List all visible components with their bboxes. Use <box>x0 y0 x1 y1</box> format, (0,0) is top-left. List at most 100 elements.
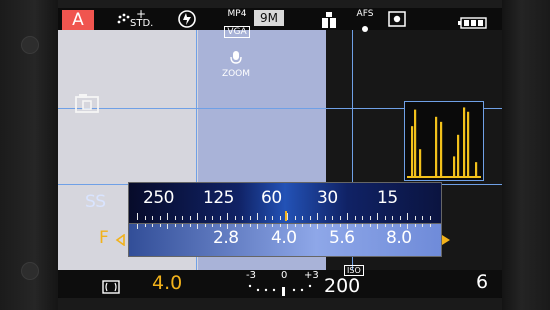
photo-style-label: STD. <box>130 18 154 29</box>
photo-style-indicator: + STD. <box>116 8 166 30</box>
screw-decoration <box>21 262 39 280</box>
metering-multi-icon <box>388 11 406 27</box>
ss-scale-tick <box>309 216 311 220</box>
f-scale-tick <box>414 224 416 227</box>
histogram-bar <box>475 162 478 178</box>
rec-format-indicator: MP4 VGA <box>220 9 254 38</box>
zoom-label: ZOOM <box>221 69 251 79</box>
f-scale-tick <box>302 224 303 227</box>
battery-icon <box>458 14 488 29</box>
ss-scale-tick <box>302 216 303 220</box>
histogram-bar <box>453 156 456 178</box>
rec-quality-label: VGA <box>224 26 250 38</box>
histogram-bar <box>457 134 460 178</box>
ss-scale-tick <box>234 216 236 220</box>
f-scale-tick <box>332 224 333 227</box>
f-scale-tick <box>354 224 356 227</box>
ss-scale-tick <box>384 216 386 220</box>
f-right-arrow-icon[interactable] <box>441 234 451 246</box>
histogram-bar <box>411 126 414 178</box>
ss-scale-tick <box>227 213 228 220</box>
histogram-bar <box>440 121 443 178</box>
ss-scale-tick <box>264 216 266 220</box>
f-scale-tick <box>294 224 296 227</box>
ss-scale-tick <box>294 216 296 220</box>
f-value-label: 4.0 <box>271 228 297 248</box>
f-scale-tick <box>384 224 386 227</box>
ss-scale-tick <box>182 216 183 220</box>
f-scale-tick <box>287 224 288 229</box>
f-scale-tick <box>309 224 311 227</box>
f-scale-tick <box>227 224 228 229</box>
f-scale-tick <box>197 224 198 229</box>
shots-remaining: 6 <box>476 271 489 293</box>
ss-scale-tick <box>137 213 138 220</box>
ss-value-label: 15 <box>377 188 398 208</box>
f-scale-tick <box>347 224 348 229</box>
camera-body-top <box>58 0 502 8</box>
ss-scale-tick <box>332 216 333 220</box>
focus-face-icon <box>362 26 368 32</box>
f-left-arrow-icon <box>115 234 125 246</box>
f-label: F <box>99 228 109 248</box>
ss-scale-tick <box>167 213 168 220</box>
aperture-scale[interactable]: F 2.8 4.0 5.6 8.0 <box>99 223 450 257</box>
shooting-mode-indicator: A <box>62 10 94 30</box>
ss-scale-tick <box>204 216 206 220</box>
ss-scale-tick <box>347 213 348 220</box>
ss-scale-tick <box>152 216 153 220</box>
f-scale-tick <box>392 224 393 227</box>
camera-body-right <box>502 0 550 310</box>
f-scale-tick <box>167 224 168 229</box>
ss-scale-tick <box>324 216 326 220</box>
ss-scale-tick <box>174 216 176 220</box>
ss-scale-tick <box>159 216 161 220</box>
f-scale-tick <box>429 224 431 227</box>
f-scale-tick <box>189 224 191 227</box>
shutter-speed-scale[interactable]: SS 250 125 60 30 15 <box>85 182 442 224</box>
f-scale-tick <box>264 224 266 227</box>
iso-indicator: ISO 200 <box>324 265 372 297</box>
iso-value: 200 <box>324 275 361 297</box>
ss-scale-tick <box>429 216 431 220</box>
ss-scale-tick <box>317 213 318 220</box>
f-scale-tick <box>369 224 371 227</box>
rec-format-label: MP4 <box>227 9 247 19</box>
f-scale-tick <box>279 224 281 227</box>
aperture-value: 4.0 <box>152 272 183 294</box>
histogram-chart <box>407 107 481 178</box>
screw-decoration <box>21 36 39 54</box>
ss-label: SS <box>85 192 106 212</box>
ss-scale-tick <box>369 216 371 220</box>
f-scale-tick <box>399 224 401 227</box>
ss-scale-tick <box>242 216 243 220</box>
f-scale-tick <box>249 224 251 227</box>
histogram-bar <box>419 149 422 178</box>
picture-size-indicator: 9M <box>254 10 284 26</box>
ss-scale-tick <box>272 216 273 220</box>
ss-value-label: 125 <box>203 188 234 208</box>
ss-scale-tick <box>422 216 423 220</box>
ev-mid-label: 0 <box>281 270 288 281</box>
histogram-baseline <box>407 176 481 178</box>
f-scale-tick <box>182 224 183 227</box>
camera-body-left <box>0 0 58 310</box>
flash-off-icon <box>178 10 196 28</box>
ss-current-marker <box>285 211 287 221</box>
histogram-bar <box>435 116 438 178</box>
histogram-bar <box>467 111 470 178</box>
f-scale-tick <box>144 224 146 227</box>
ss-scale-tick <box>392 216 393 220</box>
f-scale-tick <box>234 224 236 227</box>
camera-lcd-screen: A + STD. MP4 VGA 9M AFS ZOOM SS 250 125 … <box>58 8 502 298</box>
f-scale-tick <box>272 224 273 227</box>
exposure-meter: -3 0 +3 <box>246 268 326 298</box>
f-scale-tick <box>377 224 378 229</box>
f-value-label: 2.8 <box>213 228 239 248</box>
ss-scale-tick <box>407 213 408 220</box>
histogram-bar <box>463 107 466 178</box>
f-scale-tick <box>242 224 243 227</box>
ss-scale-tick <box>339 216 341 220</box>
f-scale-tick <box>137 224 138 229</box>
ss-value-label: 60 <box>261 188 282 208</box>
